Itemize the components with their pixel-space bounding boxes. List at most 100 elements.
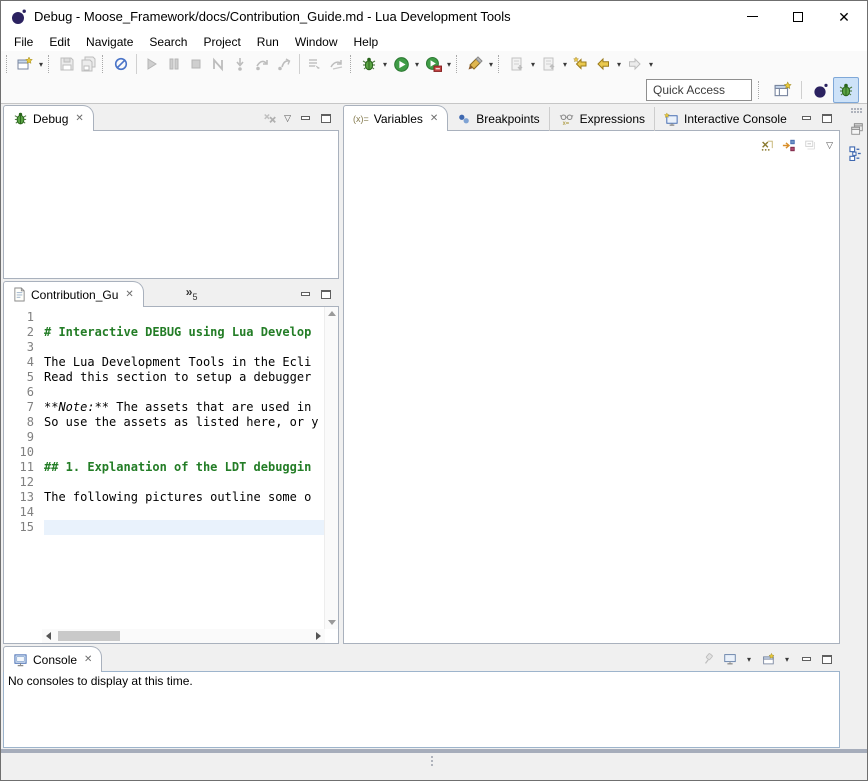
previous-annotation-button[interactable]	[538, 52, 560, 76]
toolbar-drag-handle[interactable]	[6, 55, 12, 73]
console-content[interactable]: No consoles to display at this time.	[3, 671, 840, 748]
debug-view-content[interactable]	[3, 130, 339, 279]
menu-project[interactable]: Project	[195, 33, 248, 51]
scroll-left-icon[interactable]	[46, 632, 51, 640]
outline-view-button[interactable]	[848, 144, 866, 162]
window-minimize-button[interactable]	[729, 1, 775, 32]
minimize-view-button[interactable]	[799, 652, 813, 666]
menu-navigate[interactable]: Navigate	[78, 33, 141, 51]
editor-vertical-scrollbar[interactable]	[324, 307, 338, 629]
editor-line: 1	[4, 310, 325, 325]
suspend-button[interactable]	[163, 52, 185, 76]
view-menu-icon[interactable]: ▽	[826, 140, 833, 151]
editor-text-area[interactable]: 1 2# Interactive DEBUG using Lua Develop…	[4, 307, 325, 629]
editor-content[interactable]: 1 2# Interactive DEBUG using Lua Develop…	[3, 306, 339, 644]
debug-button[interactable]	[358, 52, 380, 76]
minimize-view-button[interactable]	[799, 111, 813, 125]
lua-perspective-button[interactable]	[807, 77, 833, 103]
restore-view-button[interactable]	[848, 120, 866, 138]
scroll-right-icon[interactable]	[316, 632, 321, 640]
step-over-button[interactable]	[251, 52, 273, 76]
close-icon[interactable]: ✕	[84, 654, 92, 665]
resume-button[interactable]	[141, 52, 163, 76]
view-menu-icon[interactable]: ▽	[284, 113, 291, 124]
close-icon[interactable]: ✕	[430, 113, 438, 124]
last-edit-location-button[interactable]	[570, 52, 592, 76]
save-button[interactable]	[56, 52, 78, 76]
close-icon[interactable]: ✕	[125, 289, 133, 300]
next-annotation-button[interactable]	[506, 52, 528, 76]
tab-variables[interactable]: (x)= Variables ✕	[343, 105, 448, 131]
ldt-app-icon	[10, 8, 27, 25]
show-logical-structure-button[interactable]	[782, 138, 796, 152]
window-close-button[interactable]: ✕	[821, 1, 867, 32]
external-tools-dropdown[interactable]: ▾	[486, 52, 496, 76]
back-button[interactable]	[592, 52, 614, 76]
minimize-view-button[interactable]	[298, 111, 312, 125]
new-wizard-button[interactable]	[14, 52, 36, 76]
hidden-editors-chevron[interactable]: »5	[186, 285, 198, 307]
editor-line: 11## 1. Explanation of the LDT debuggin	[4, 460, 325, 475]
debug-dropdown[interactable]: ▾	[380, 52, 390, 76]
scroll-down-icon[interactable]	[328, 620, 336, 625]
skip-all-breakpoints-button[interactable]	[110, 52, 132, 76]
minimize-view-button[interactable]	[298, 287, 312, 301]
use-step-filters-button[interactable]	[304, 52, 326, 76]
trim-drag-handle[interactable]	[851, 108, 863, 114]
tab-console[interactable]: Console ✕	[3, 646, 102, 672]
pin-console-button[interactable]	[702, 652, 716, 666]
tab-breakpoints[interactable]: Breakpoints	[448, 107, 549, 131]
menu-window[interactable]: Window	[287, 33, 346, 51]
disconnect-button[interactable]	[207, 52, 229, 76]
open-console-dropdown[interactable]: ▾	[782, 652, 792, 666]
debug-perspective-button[interactable]	[833, 77, 859, 103]
maximize-view-button[interactable]	[820, 111, 834, 125]
close-icon[interactable]: ✕	[75, 113, 83, 124]
drop-to-frame-button[interactable]	[326, 52, 348, 76]
new-wizard-dropdown[interactable]: ▾	[36, 52, 46, 76]
open-console-button[interactable]	[761, 652, 775, 666]
step-into-button[interactable]	[229, 52, 251, 76]
external-tools-button[interactable]	[464, 52, 486, 76]
title-bar: Debug - Moose_Framework/docs/Contributio…	[1, 1, 867, 32]
status-bar-drag-handle[interactable]	[431, 756, 433, 766]
run-last-tool-button[interactable]	[422, 52, 444, 76]
scrollbar-thumb[interactable]	[58, 631, 120, 641]
editor-horizontal-scrollbar[interactable]	[42, 629, 325, 643]
display-selected-console-button[interactable]	[723, 652, 737, 666]
run-dropdown[interactable]: ▾	[412, 52, 422, 76]
tab-contribution-guide[interactable]: Contribution_Gu ✕	[3, 281, 144, 307]
previous-annotation-dropdown[interactable]: ▾	[560, 52, 570, 76]
remove-all-terminated-button[interactable]	[263, 111, 277, 125]
maximize-view-button[interactable]	[319, 287, 333, 301]
menu-run[interactable]: Run	[249, 33, 287, 51]
terminate-button[interactable]	[185, 52, 207, 76]
remove-all-icon	[263, 111, 277, 125]
window-maximize-button[interactable]	[775, 1, 821, 32]
run-last-tool-dropdown[interactable]: ▾	[444, 52, 454, 76]
maximize-view-button[interactable]	[319, 111, 333, 125]
console-message: No consoles to display at this time.	[8, 674, 193, 688]
forward-dropdown[interactable]: ▾	[646, 52, 656, 76]
menu-search[interactable]: Search	[141, 33, 195, 51]
display-console-dropdown[interactable]: ▾	[744, 652, 754, 666]
menu-edit[interactable]: Edit	[41, 33, 78, 51]
tab-expressions[interactable]: x= Expressions	[550, 107, 655, 131]
collapse-all-button[interactable]	[804, 138, 818, 152]
quick-access-input[interactable]	[646, 79, 752, 101]
back-dropdown[interactable]: ▾	[614, 52, 624, 76]
save-all-button[interactable]	[78, 52, 100, 76]
menu-file[interactable]: File	[6, 33, 41, 51]
run-button[interactable]	[390, 52, 412, 76]
variables-view-content[interactable]: ▽	[343, 130, 840, 644]
scroll-up-icon[interactable]	[328, 311, 336, 316]
forward-button[interactable]	[624, 52, 646, 76]
menu-help[interactable]: Help	[346, 33, 387, 51]
show-type-names-button[interactable]	[760, 138, 774, 152]
next-annotation-dropdown[interactable]: ▾	[528, 52, 538, 76]
open-perspective-button[interactable]	[770, 77, 796, 103]
tab-interactive-console[interactable]: Interactive Console	[655, 107, 796, 131]
tab-debug[interactable]: Debug ✕	[3, 105, 94, 131]
step-return-button[interactable]	[273, 52, 295, 76]
maximize-view-button[interactable]	[820, 652, 834, 666]
